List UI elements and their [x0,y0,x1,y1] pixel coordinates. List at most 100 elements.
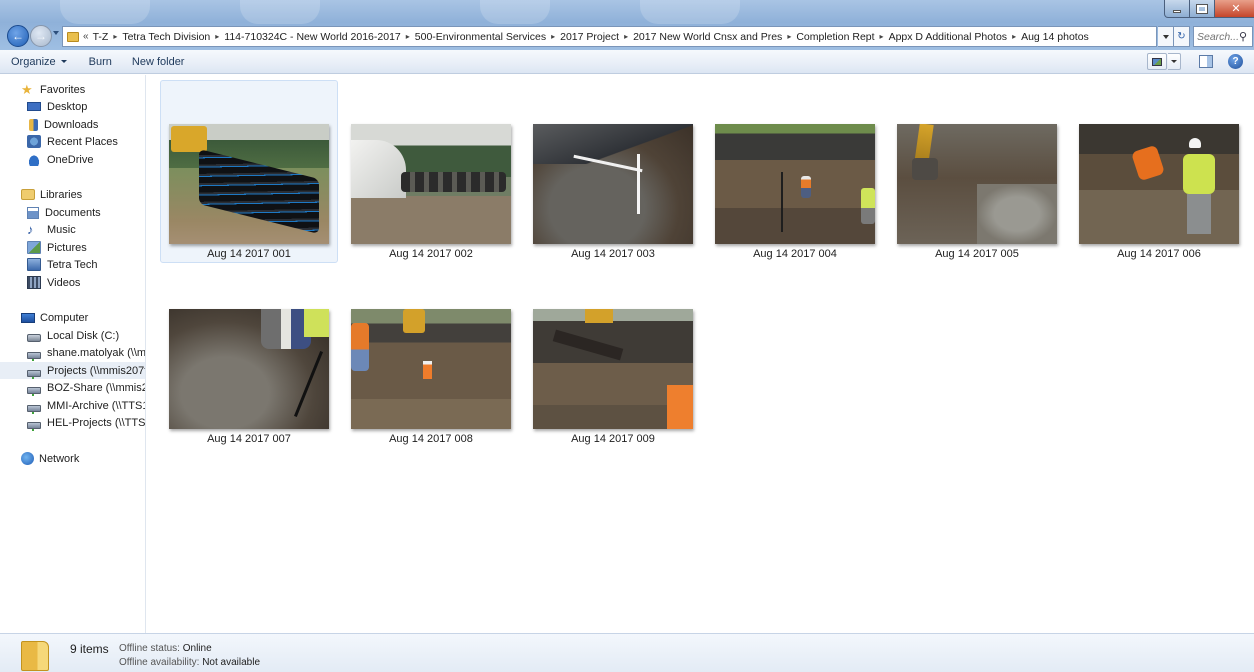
offline-status-label: Offline status: [119,643,180,654]
new-folder-button[interactable]: New folder [124,51,193,73]
sidebar-item-pictures[interactable]: Pictures [0,239,145,256]
photo-thumbnail [351,124,511,244]
breadcrumb-item[interactable]: 2017 New World Cnsx and Pres [633,31,782,43]
file-item[interactable]: Aug 14 2017 003 [524,80,702,263]
back-arrow-icon: ← [12,29,24,43]
preview-pane-button[interactable] [1199,55,1213,68]
file-item[interactable]: Aug 14 2017 002 [342,80,520,263]
sidebar-item-network-drive[interactable]: HEL-Projects (\\TTS030f [0,414,145,431]
breadcrumb-separator[interactable]: ▸ [551,32,555,41]
sidebar-item-local-disk[interactable]: Local Disk (C:) [0,327,145,344]
breadcrumb-item[interactable]: T-Z [93,31,109,43]
breadcrumb-separator[interactable]: ▸ [787,32,791,41]
pictures-icon [27,241,41,254]
file-item[interactable]: Aug 14 2017 008 [342,265,520,448]
sidebar-item-desktop[interactable]: Desktop [0,98,145,115]
details-pane: 9 items Offline status: Online Offline a… [0,633,1254,672]
network-globe-icon [21,452,34,465]
breadcrumb-item[interactable]: 500-Environmental Services [415,31,546,43]
file-item[interactable]: Aug 14 2017 007 [160,265,338,448]
network-drive-icon [27,370,41,379]
breadcrumb-separator[interactable]: ▸ [624,32,628,41]
sidebar-item-libraries[interactable]: Libraries [0,186,145,203]
sidebar-item-music[interactable]: ♪ Music [0,221,145,238]
address-dropdown-button[interactable] [1158,26,1174,47]
music-note-icon: ♪ [27,222,34,237]
search-input[interactable] [1194,30,1238,43]
photo-thumbnail [715,124,875,244]
file-item[interactable]: Aug 14 2017 006 [1070,80,1248,263]
refresh-icon: ↻ [1177,31,1186,42]
photo-thumbnail [169,309,329,429]
change-view-button[interactable] [1147,53,1167,70]
help-button[interactable]: ? [1228,54,1243,69]
sidebar-item-documents[interactable]: Documents [0,204,145,221]
breadcrumb-item[interactable]: Appx D Additional Photos [889,31,1008,43]
sidebar-item-videos[interactable]: Videos [0,274,145,291]
burn-button[interactable]: Burn [81,51,120,73]
minimize-button[interactable] [1164,0,1190,18]
forward-arrow-icon: → [35,29,47,43]
sidebar-item-recent-places[interactable]: Recent Places [0,133,145,150]
offline-availability-label: Offline availability: [119,657,200,668]
sidebar-item-favorites[interactable]: ★ Favorites [0,81,145,98]
file-name: Aug 14 2017 008 [389,433,473,445]
file-item[interactable]: Aug 14 2017 005 [888,80,1066,263]
sidebar-item-label: Projects (\\mmis207fs1. [47,364,145,377]
forward-button[interactable]: → [30,25,52,47]
close-button[interactable]: ✕ [1215,0,1254,18]
breadcrumb-separator[interactable]: ▸ [113,32,117,41]
documents-icon [27,206,39,219]
folder-icon [21,641,49,671]
chevron-down-icon [60,60,67,63]
sidebar-item-label: Pictures [47,241,87,254]
sidebar-item-label: Tetra Tech [47,258,98,271]
breadcrumb-item[interactable]: Completion Rept [796,31,874,43]
view-icon [1152,57,1162,66]
breadcrumb-item[interactable]: Aug 14 photos [1021,31,1089,43]
file-item[interactable]: Aug 14 2017 009 [524,265,702,448]
sidebar-item-network-drive[interactable]: shane.matolyak (\\mmis [0,344,145,361]
sidebar-item-label: Libraries [40,188,83,201]
recent-pages-dropdown[interactable] [53,31,59,35]
sidebar-item-network-drive[interactable]: Projects (\\mmis207fs1. [0,362,145,379]
address-bar[interactable]: « T-Z ▸ Tetra Tech Division ▸ 114-710324C … [62,26,1157,47]
breadcrumb-overflow[interactable]: « [83,31,89,42]
file-item[interactable]: Aug 14 2017 004 [706,80,884,263]
sidebar-item-label: Desktop [47,100,88,113]
desktop-icon [27,102,41,111]
back-button[interactable]: ← [7,25,29,47]
sidebar-item-network-drive[interactable]: BOZ-Share (\\mmis207f [0,379,145,396]
organize-label: Organize [11,55,56,68]
breadcrumb-item[interactable]: Tetra Tech Division [122,31,210,43]
breadcrumb-separator[interactable]: ▸ [406,32,410,41]
magnifier-icon[interactable]: ⚲ [1239,30,1247,43]
sidebar-item-tetra-tech[interactable]: Tetra Tech [0,256,145,273]
organize-button[interactable]: Organize [11,51,75,73]
title-bar: ← → « T-Z ▸ Tetra Tech Division ▸ 114-7103… [0,0,1254,50]
maximize-button[interactable] [1190,0,1215,18]
search-box[interactable]: ⚲ [1193,26,1253,47]
breadcrumb-item[interactable]: 114-710324C - New World 2016-2017 [224,31,400,43]
breadcrumb-separator[interactable]: ▸ [1012,32,1016,41]
breadcrumb-separator[interactable]: ▸ [215,32,219,41]
network-drive-icon [27,387,41,396]
sidebar-item-label: MMI-Archive (\\TTS153f [47,399,145,412]
sidebar-item-downloads[interactable]: Downloads [0,116,145,133]
refresh-button[interactable]: ↻ [1174,26,1190,47]
sidebar-item-network[interactable]: Network [0,450,145,467]
sidebar-item-network-drive[interactable]: MMI-Archive (\\TTS153f [0,397,145,414]
view-options-dropdown[interactable] [1168,53,1181,70]
network-drive-icon [27,352,41,361]
breadcrumb-separator[interactable]: ▸ [880,32,884,41]
computer-icon [21,312,35,323]
breadcrumb-item[interactable]: 2017 Project [560,31,619,43]
sidebar-item-label: Favorites [40,83,86,96]
sidebar-item-label: Downloads [44,118,99,131]
file-item[interactable]: Aug 14 2017 001 [160,80,338,263]
sidebar-item-computer[interactable]: Computer [0,309,145,326]
photo-thumbnail [533,124,693,244]
library-icon [27,258,41,271]
sidebar-item-label: Recent Places [47,135,118,148]
sidebar-item-onedrive[interactable]: OneDrive [0,151,145,168]
